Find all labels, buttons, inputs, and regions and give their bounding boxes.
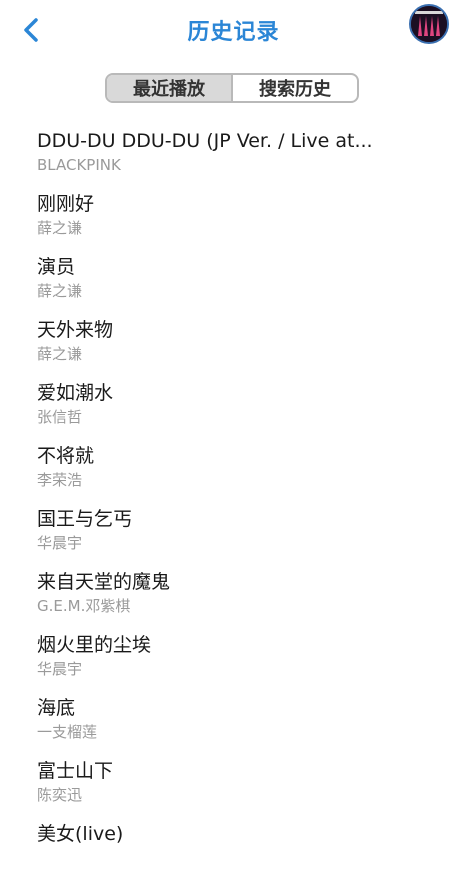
list-item[interactable]: 刚刚好 薛之谦 (37, 190, 447, 253)
list-item[interactable]: 国王与乞丐 华晨宇 (37, 505, 447, 568)
tab-recent-play[interactable]: 最近播放 (107, 75, 233, 101)
list-item[interactable]: 美女(live) (37, 820, 447, 883)
artist-name: 薛之谦 (37, 219, 83, 237)
artist-name: 薛之谦 (37, 345, 83, 363)
list-item[interactable]: 爱如潮水 张信哲 (37, 379, 447, 442)
list-item[interactable]: 富士山下 陈奕迅 (37, 757, 447, 820)
artist-name: G.E.M.邓紫棋 (37, 597, 131, 615)
song-title: 海底 (37, 697, 76, 719)
page-title: 历史记录 (187, 20, 280, 45)
artist-name: 一支榴莲 (37, 723, 98, 741)
artist-name: 华晨宇 (37, 534, 83, 552)
list-item[interactable]: 来自天堂的魔鬼 G.E.M.邓紫棋 (37, 568, 447, 631)
history-list: DDU-DU DDU-DU (JP Ver. / Live at... BLAC… (37, 127, 447, 883)
header-bar: 历史记录 (0, 0, 467, 60)
tab-search-history[interactable]: 搜索历史 (233, 75, 357, 101)
list-item[interactable]: 海底 一支榴莲 (37, 694, 447, 757)
list-item[interactable]: 演员 薛之谦 (37, 253, 447, 316)
song-title: 不将就 (37, 445, 95, 467)
song-title: 演员 (37, 256, 76, 278)
artist-name: 薛之谦 (37, 282, 83, 300)
song-title: 来自天堂的魔鬼 (37, 571, 171, 593)
artist-name: 陈奕迅 (37, 786, 83, 804)
artist-name: 华晨宇 (37, 660, 83, 678)
list-item[interactable]: DDU-DU DDU-DU (JP Ver. / Live at... BLAC… (37, 127, 447, 190)
album-avatar[interactable] (409, 4, 449, 44)
artist-name: BLACKPINK (37, 156, 121, 174)
history-tab-switcher: 最近播放 搜索历史 (105, 73, 359, 103)
song-title: 天外来物 (37, 319, 114, 341)
song-title: DDU-DU DDU-DU (JP Ver. / Live at... (37, 130, 373, 152)
song-title: 美女(live) (37, 823, 124, 845)
song-title: 国王与乞丐 (37, 508, 133, 530)
list-item[interactable]: 不将就 李荣浩 (37, 442, 447, 505)
list-item[interactable]: 烟火里的尘埃 华晨宇 (37, 631, 447, 694)
artist-name: 张信哲 (37, 408, 83, 426)
song-title: 富士山下 (37, 760, 114, 782)
artist-name: 李荣浩 (37, 471, 83, 489)
song-title: 爱如潮水 (37, 382, 114, 404)
list-item[interactable]: 天外来物 薛之谦 (37, 316, 447, 379)
song-title: 刚刚好 (37, 193, 95, 215)
song-title: 烟火里的尘埃 (37, 634, 152, 656)
